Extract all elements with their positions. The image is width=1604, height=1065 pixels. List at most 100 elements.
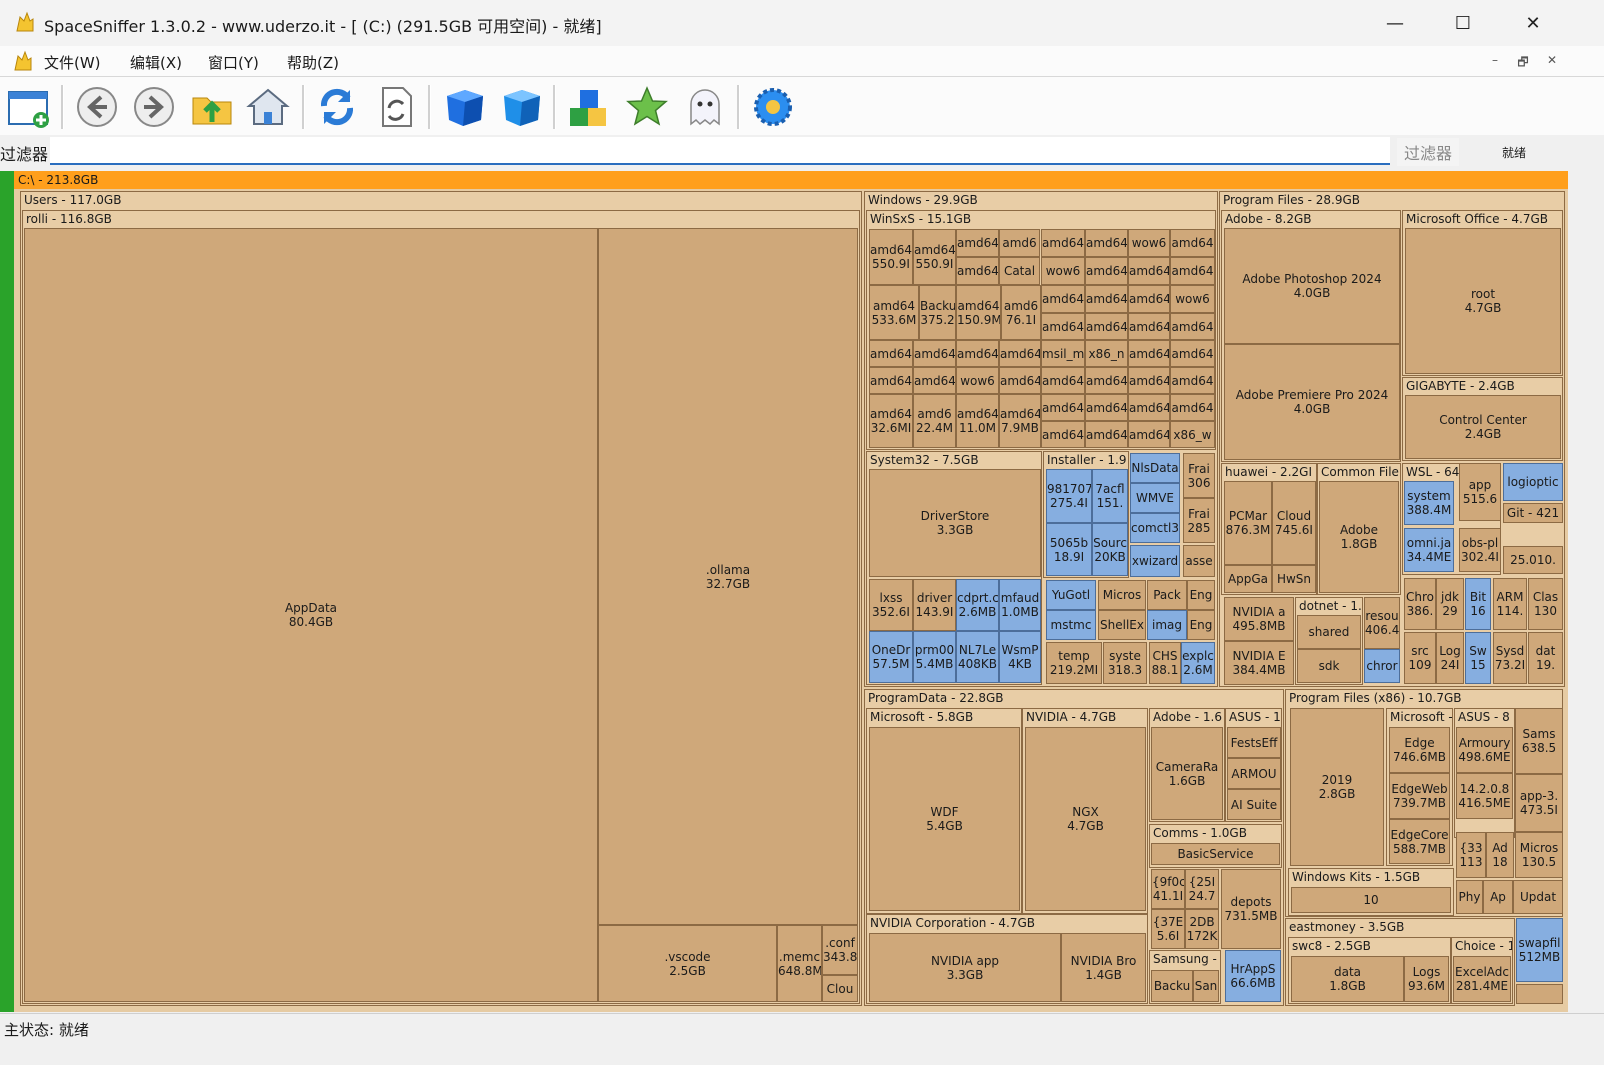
treemap-cell[interactable]: asse (1183, 545, 1215, 577)
treemap-cell[interactable]: amd64 (1128, 367, 1170, 394)
folder-app[interactable]: app 515.6 (1459, 463, 1501, 521)
treemap-cell[interactable]: {9f0c 41.1I (1151, 869, 1185, 909)
treemap-cell[interactable]: amd64 (1041, 313, 1085, 340)
treemap-cell[interactable]: NlsData (1130, 453, 1180, 483)
folder-appga[interactable]: AppGa (1224, 565, 1272, 593)
app-menu-icon[interactable] (12, 50, 34, 72)
refresh-icon[interactable] (313, 83, 361, 131)
treemap-cell[interactable]: Eng (1187, 610, 1215, 640)
treemap-cell[interactable]: Pack (1147, 580, 1187, 610)
mdi-minimize-button[interactable]: – (1486, 53, 1504, 69)
treemap-cell[interactable]: {37E 5.6I (1151, 909, 1185, 949)
rescan-icon[interactable] (372, 83, 420, 131)
folder-san[interactable]: San (1193, 970, 1219, 1002)
treemap-cell[interactable]: amd64 (1085, 285, 1128, 313)
folder-samsung-x86[interactable]: Sams 638.5 (1515, 708, 1563, 774)
treemap-cell[interactable]: ShellEx (1098, 610, 1146, 640)
settings-gear-icon[interactable] (749, 83, 797, 131)
folder-chrome[interactable]: chror (1364, 649, 1400, 683)
folder-armoury[interactable]: Armoury 498.6ME (1456, 727, 1513, 773)
treemap-cell[interactable]: amd64 (1128, 421, 1170, 448)
treemap-cell[interactable]: amd64 11.0M (956, 394, 999, 448)
folder-backup[interactable]: Backu (1151, 970, 1193, 1002)
treemap-cell[interactable]: amd64 (1085, 421, 1128, 448)
treemap-cell[interactable]: ARM 114. (1493, 578, 1527, 630)
blocks-icon[interactable] (565, 83, 613, 131)
mdi-restore-button[interactable]: 🗗 (1514, 53, 1532, 69)
folder-cloud[interactable]: Clou (822, 975, 858, 1002)
folder-phy[interactable]: Phy (1456, 880, 1483, 914)
treemap-cell[interactable]: amd64 533.6M (869, 285, 919, 340)
folder-depots[interactable]: depots 731.5MB (1221, 869, 1281, 949)
folder-10[interactable]: 10 (1291, 887, 1451, 913)
folder-edgewebview[interactable]: EdgeWeb 739.7MB (1389, 773, 1450, 819)
folder-conf[interactable]: .conf 343.8 (822, 925, 858, 975)
blue-cube-2-icon[interactable] (497, 83, 545, 131)
folder-edge[interactable]: Edge 746.6MB (1389, 727, 1450, 773)
home-icon[interactable] (244, 83, 292, 131)
treemap-cell[interactable]: amd64 (869, 340, 913, 367)
treemap-cell[interactable]: wow6 (1170, 285, 1215, 313)
treemap-cell[interactable]: msil_m (1041, 340, 1085, 367)
folder-micros-x86[interactable]: Micros 130.5 (1515, 832, 1563, 878)
folder-obs-plugins[interactable]: obs-pl 302.4I (1459, 528, 1501, 572)
folder-git[interactable]: Git - 421 (1503, 503, 1563, 523)
treemap-cell[interactable]: WMVE (1130, 483, 1180, 513)
treemap-cell[interactable]: amd6 (999, 229, 1040, 257)
treemap-cell[interactable]: 2DB 172K (1185, 909, 1219, 949)
treemap-cell[interactable]: amd64 (1085, 313, 1128, 340)
folder-logioptic[interactable]: logioptic (1503, 463, 1563, 501)
treemap-cell[interactable]: amd6 22.4M (913, 394, 956, 448)
treemap-cell[interactable]: amd6 76.1I (1001, 285, 1041, 340)
star-icon[interactable] (623, 83, 671, 131)
treemap-root-header[interactable]: C:\ - 213.8GB (14, 171, 1568, 189)
folder-data[interactable]: data 1.8GB (1291, 956, 1404, 1002)
treemap-cell[interactable]: {25I 24.7 (1185, 869, 1219, 909)
treemap-cell[interactable]: prm00 5.4MB (913, 631, 956, 683)
filter-button[interactable]: 过滤器 (1397, 138, 1459, 166)
folder-photoshop[interactable]: Adobe Photoshop 2024 4.0GB (1224, 228, 1400, 344)
folder-armoury-pd[interactable]: ARMOU (1227, 758, 1281, 789)
treemap-cell[interactable]: imag (1147, 610, 1187, 640)
treemap-cell[interactable]: Log 24I (1436, 632, 1464, 684)
minimize-button[interactable]: — (1372, 8, 1418, 38)
treemap-cell[interactable]: amd64 (956, 257, 999, 285)
folder-ai-suite[interactable]: AI Suite (1227, 789, 1281, 820)
treemap-cell[interactable]: amd64 (1085, 257, 1128, 285)
treemap-cell[interactable]: Micros (1098, 580, 1146, 610)
treemap-cell[interactable]: amd64 (1041, 421, 1085, 448)
treemap-cell[interactable]: amd64 32.6MI (869, 394, 913, 448)
treemap-cell[interactable]: 7acfl 151. (1092, 469, 1128, 523)
treemap-cell[interactable]: temp 219.2MI (1046, 642, 1102, 684)
folder-14-2-0-8[interactable]: 14.2.0.8 416.5ME (1456, 773, 1513, 819)
menu-edit[interactable]: 编辑(X) (130, 52, 182, 73)
treemap-cell[interactable]: amd64 (999, 340, 1041, 367)
folder-app-3[interactable]: app-3. 473.5I (1515, 774, 1563, 832)
treemap-cell[interactable]: Sw 15 (1465, 632, 1491, 684)
folder-nvidia-e[interactable]: NVIDIA E 384.4MB (1224, 641, 1294, 685)
treemap-cell[interactable]: Eng (1187, 580, 1215, 610)
treemap-cell[interactable]: amd64 (1170, 367, 1215, 394)
treemap-cell[interactable]: amd64 (1128, 313, 1170, 340)
file-swapfile[interactable]: swapfil 512MB (1516, 918, 1563, 982)
treemap-cell[interactable]: amd64 (1170, 313, 1215, 340)
treemap-cell[interactable]: Sysd 73.2I (1493, 632, 1527, 684)
folder-update[interactable]: Updat (1513, 880, 1563, 914)
folder-basicservice[interactable]: BasicService (1151, 843, 1280, 865)
treemap-cell[interactable]: CHS 88.1 (1149, 642, 1181, 684)
folder-pcmar[interactable]: PCMar 876.3M (1224, 481, 1272, 565)
menu-window[interactable]: 窗口(Y) (208, 52, 259, 73)
folder-appdata[interactable]: AppData 80.4GB (24, 228, 598, 1002)
folder-vscode[interactable]: .vscode 2.5GB (598, 925, 777, 1002)
folder-wdf[interactable]: WDF 5.4GB (869, 727, 1020, 911)
treemap-cell[interactable]: 981707 275.4I (1046, 469, 1092, 523)
treemap-cell[interactable]: amd64 (1170, 340, 1215, 367)
treemap-cell[interactable]: amd64 (1041, 229, 1085, 257)
folder-festseff[interactable]: FestsEff (1227, 727, 1281, 758)
treemap-cell[interactable]: amd64 (1128, 340, 1170, 367)
folder-resou[interactable]: resou 406.4 (1364, 597, 1400, 649)
treemap-cell[interactable]: amd64 (1041, 394, 1085, 421)
treemap-cell[interactable]: explc 2.6M (1181, 642, 1215, 684)
treemap-cell[interactable]: amd64 (869, 367, 913, 394)
treemap-cell[interactable]: amd64 550.9I (869, 229, 913, 285)
